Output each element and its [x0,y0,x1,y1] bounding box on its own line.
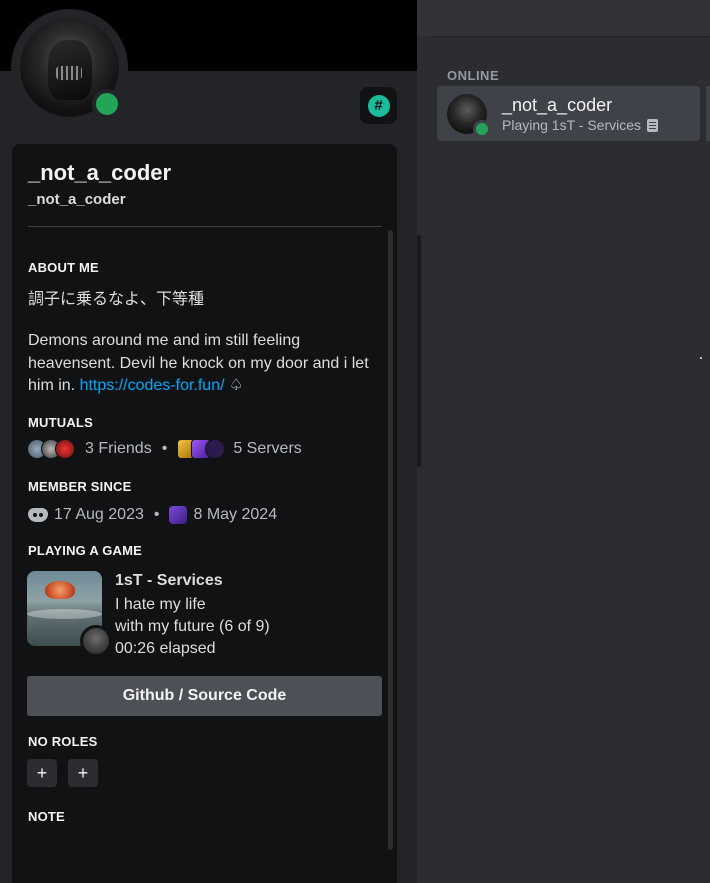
divider [28,226,381,227]
separator: • [161,440,168,457]
about-jp-text: 調子に乗るなよ、下等種 [28,291,205,308]
member-since-title: MEMBER SINCE [28,479,132,494]
roles-title: NO ROLES [28,734,98,749]
member-list-item[interactable]: _not_a_coder Playing 1sT - Services [437,86,700,141]
github-source-button[interactable]: Github / Source Code [27,676,382,716]
scrollbar[interactable] [417,235,421,467]
about-bio: Demons around me and im still feeling he… [28,330,388,398]
about-link[interactable]: https://codes-for.fun/ [80,377,225,394]
separator: • [153,506,160,523]
avatar-mask [56,66,82,80]
server-since-date: 8 May 2024 [193,506,278,523]
member-name: _not_a_coder [502,95,613,115]
next-item-edge [706,86,710,141]
game-art-wave [27,609,102,619]
member-since-row: 17 Aug 2023 • 8 May 2024 [28,504,277,526]
about-me-title: ABOUT ME [28,260,99,275]
friend-avatar[interactable] [55,439,75,459]
game-small-avatar [80,625,112,657]
username[interactable]: _not_a_coder [28,191,126,208]
game-state: with my future (6 of 9) [115,618,270,635]
member-activity: Playing 1sT - Services [502,117,659,133]
scrollbar[interactable] [388,230,393,850]
game-details: I hate my life [115,596,206,613]
mutuals-row: 3 Friends • 5 Servers [27,438,302,460]
game-elapsed: 00:26 elapsed [115,640,216,657]
member-list [427,37,710,883]
rich-presence-icon [647,118,659,132]
discord-icon [28,508,48,522]
online-status-icon [473,120,491,138]
display-name: _not_a_coder [28,160,172,185]
game-name: 1sT - Services [115,572,223,589]
mutuals-title: MUTUALS [28,415,93,430]
online-status-icon [92,89,122,119]
profile-panel: # _not_a_coder _not_a_coder ABOUT ME 調子に… [0,0,417,883]
profile-card: _not_a_coder _not_a_coder ABOUT ME 調子に乗る… [12,144,397,883]
add-role-button[interactable]: + [68,759,98,787]
add-role-button[interactable]: + [27,759,57,787]
server-icon [169,506,188,524]
online-header: ONLINE [447,68,500,83]
server-icon[interactable] [205,439,226,459]
top-bar [417,0,710,37]
speck [700,357,702,359]
mutual-friends[interactable]: 3 Friends [85,440,152,458]
game-art-fruit [45,581,75,599]
note-input[interactable] [28,834,378,874]
hash-icon: # [367,94,390,117]
discord-since-date: 17 Aug 2023 [54,506,144,523]
mutual-servers[interactable]: 5 Servers [233,440,301,458]
spade-icon: ♤ [229,377,244,394]
member-activity-text: Playing 1sT - Services [502,117,642,133]
note-title: NOTE [28,809,65,824]
playing-game-title: PLAYING A GAME [28,543,143,558]
hash-badge-button[interactable]: # [360,87,397,124]
